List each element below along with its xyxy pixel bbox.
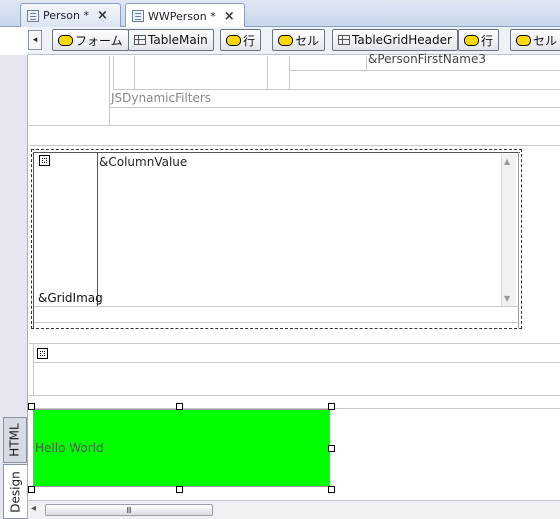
toolbar-scroll-left-button[interactable]: ◂ [28,30,42,50]
scroll-left-icon[interactable]: ◂ [31,503,36,514]
table-cell-border [366,56,367,70]
grid-control-icon[interactable] [39,155,50,166]
column-value-variable[interactable]: &ColumnValue [99,155,187,169]
tab-design-label: Design [8,470,23,513]
toolbar-button-tablegridheader[interactable]: TableGridHeader [332,29,458,51]
table-row-border [290,70,560,71]
table-cell-border [289,56,290,90]
resize-handle[interactable] [328,445,335,452]
toolbar-button-label: 行 [243,33,256,48]
grid-vertical-scrollbar[interactable]: ▲ ▼ [501,154,516,306]
toolbar-button-cell[interactable]: セル [272,29,326,51]
pill-icon [58,34,73,46]
resize-handle[interactable] [28,486,35,493]
grid-column-border [97,152,98,306]
close-icon[interactable]: × [97,8,108,23]
pill-icon [464,34,479,46]
grid-row-border [34,306,519,307]
table-icon [338,35,350,45]
dynamic-filters-label[interactable]: JSDynamicFilters [111,91,211,105]
toolbar-button-cell-2[interactable]: セル [510,29,560,51]
table-icon [134,35,146,45]
scrollbar-thumb[interactable]: Ⅲ [45,504,213,516]
toolbar-button-tablemain[interactable]: TableMain [128,29,214,51]
table-cell-border [33,343,34,396]
tab-wwperson[interactable]: WWPerson * × [125,3,245,28]
tab-person[interactable]: Person * × [20,3,121,27]
scroll-up-icon[interactable]: ▲ [504,157,510,166]
table-row-border [113,89,560,90]
view-tab-strip: HTML Design [0,55,28,519]
table-row-border [29,395,560,396]
form-icon [27,9,39,22]
grid-border [33,152,520,153]
document-tab-strip: Person * × WWPerson * × [0,0,560,28]
table-row-border [33,362,560,363]
horizontal-scrollbar[interactable]: ◂ Ⅲ [28,500,560,519]
table-row-border [29,145,560,146]
hello-world-textblock[interactable]: Hello World [33,409,330,487]
table-cell-border [134,56,135,90]
table-row-border [109,107,560,108]
grid-image-variable[interactable]: &GridImag [38,291,103,305]
resize-handle[interactable] [328,403,335,410]
resize-handle[interactable] [28,403,35,410]
grid-border [518,152,519,328]
toolbar-button-label: セル [533,33,558,48]
close-icon[interactable]: × [224,9,235,24]
toolbar-button-form[interactable]: フォーム [52,29,129,51]
table-cell-border [267,56,268,90]
toolbar-button-label: セル [295,33,320,48]
table-control-icon[interactable] [37,348,48,359]
grid-row-border [34,322,519,323]
table-cell-border [113,56,114,90]
pill-icon [226,34,241,46]
tab-html[interactable]: HTML [3,417,27,463]
toolbar-button-label: TableMain [148,33,208,47]
pill-icon [516,34,531,46]
toolbar-button-row-2[interactable]: 行 [458,29,500,51]
grid-border [33,152,34,328]
grip-icon: Ⅲ [126,505,132,515]
tab-html-label: HTML [8,423,22,457]
webpanel-icon [132,10,144,22]
tab-wwperson-title: WWPerson * [148,9,216,23]
resize-handle[interactable] [176,403,183,410]
breadcrumb-toolbar: ◂ フォーム TableMain 行 セル TableGridHeader 行 … [28,27,560,55]
scroll-down-icon[interactable]: ▼ [504,294,510,303]
resize-handle[interactable] [176,486,183,493]
tab-person-title: Person * [43,9,89,22]
hello-world-label: Hello World [35,441,104,455]
toolbar-button-label: TableGridHeader [352,33,452,47]
toolbar-button-label: フォーム [75,33,123,48]
tab-design[interactable]: Design [3,464,27,519]
table-row-border [29,125,560,126]
table-cell-border [109,56,110,126]
grid-container[interactable] [31,149,522,329]
toolbar-button-row[interactable]: 行 [220,29,262,51]
person-first-name-variable[interactable]: &PersonFirstName3 [368,52,486,66]
table-row-border [29,343,560,344]
pill-icon [278,34,293,46]
toolbar-button-label: 行 [481,33,494,48]
resize-handle[interactable] [328,486,335,493]
